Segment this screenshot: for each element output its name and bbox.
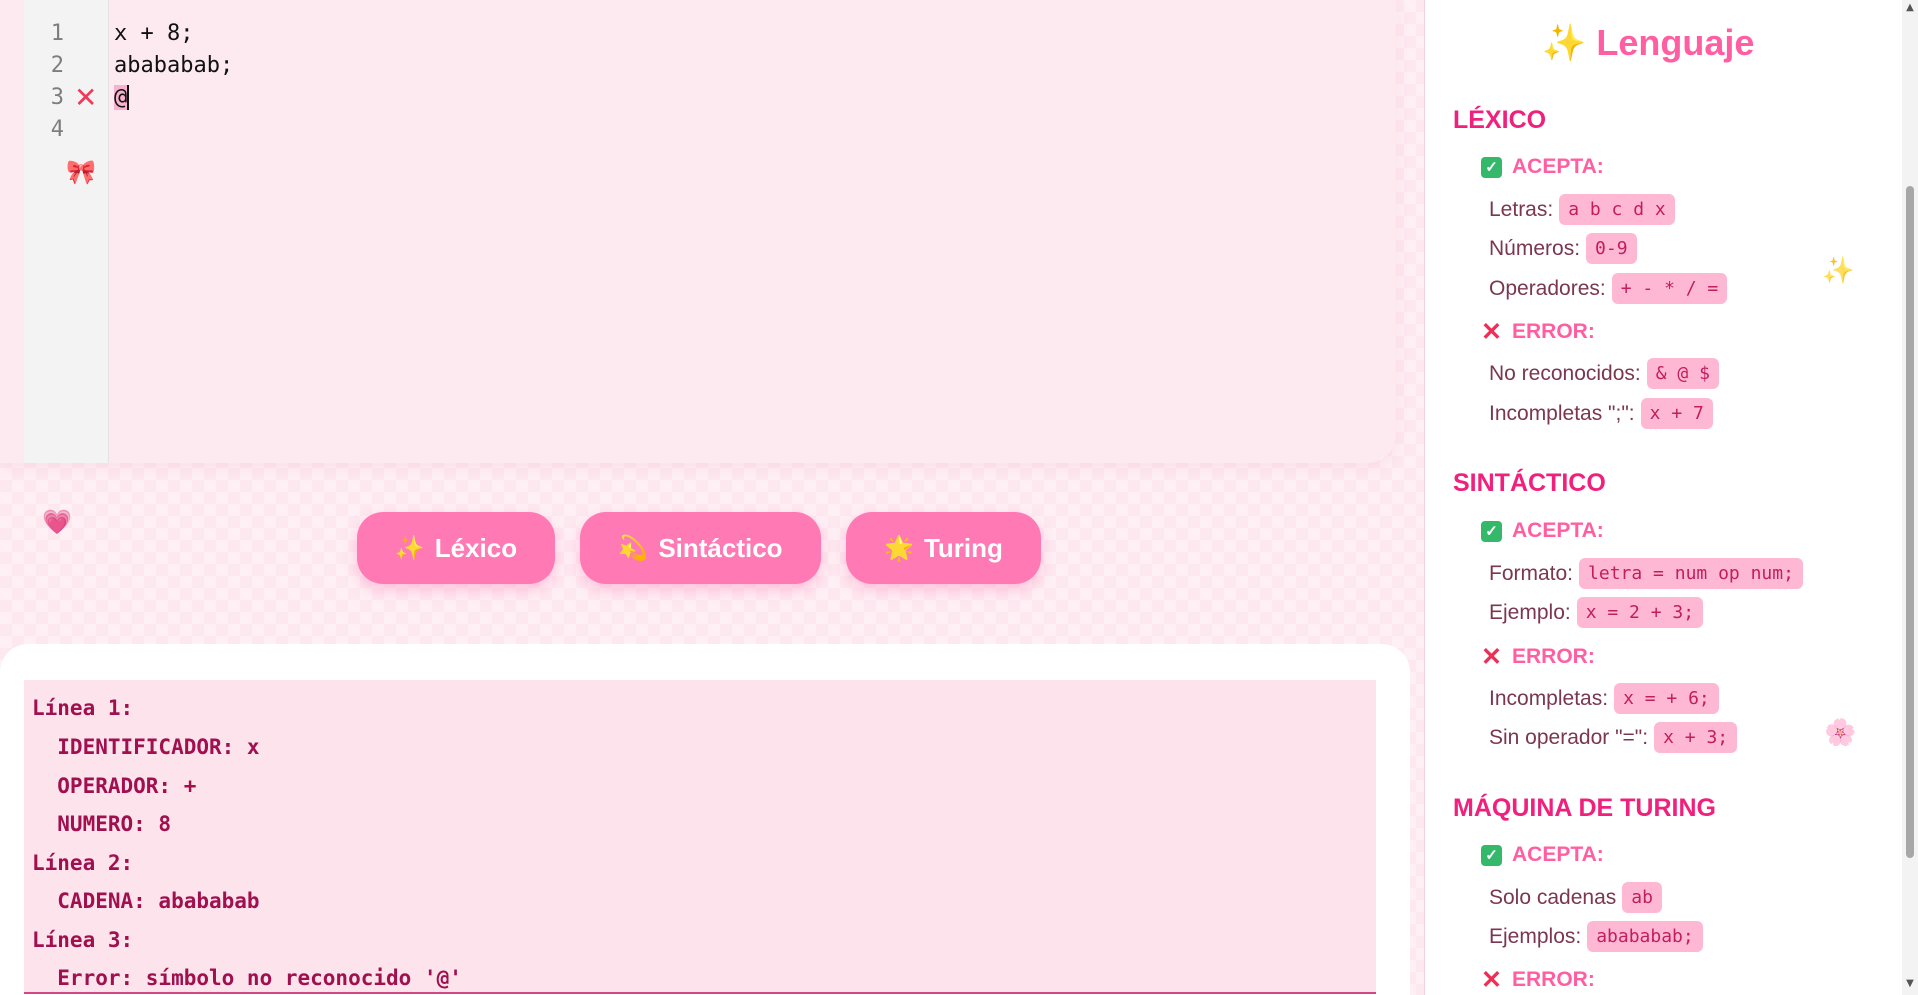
line-number: 1 — [50, 21, 64, 46]
item-label: No reconocidos: — [1489, 361, 1641, 385]
error-label: ERROR: — [1512, 968, 1595, 991]
scroll-down-arrow-icon[interactable]: ▼ — [1902, 978, 1918, 989]
item-label: Números: — [1489, 236, 1581, 260]
sintactico-accept-item: Ejemplo: x = 2 + 3; — [1489, 597, 1704, 628]
ribbon-icon: 🎀 — [66, 158, 96, 186]
code-line[interactable]: @ — [114, 83, 130, 113]
line-number: 2 — [50, 53, 64, 78]
lexico-error-heading: ✕ ERROR: — [1481, 317, 1595, 346]
output-line: OPERADOR: + — [32, 774, 197, 798]
accepts-label: ACEPTA: — [1512, 155, 1604, 178]
item-label: Incompletas: — [1489, 686, 1609, 710]
code-line[interactable]: abababab; — [114, 51, 233, 81]
output-line: Línea 3: — [32, 928, 134, 952]
output-panel: Línea 1: IDENTIFICADOR: x OPERADOR: + NU… — [0, 644, 1410, 995]
scroll-up-arrow-icon[interactable]: ▲ — [1902, 2, 1918, 13]
output-line: CADENA: abababab — [32, 889, 260, 913]
code-pill: abababab; — [1587, 921, 1703, 952]
sintactico-error-item: Incompletas: x = + 6; — [1489, 683, 1719, 714]
cross-mark-icon: ✕ — [1481, 965, 1502, 994]
item-label: Solo cadenas — [1489, 885, 1617, 909]
lexico-button-label: Léxico — [434, 532, 518, 563]
turing-error-heading: ✕ ERROR: — [1481, 965, 1595, 994]
sintactico-button[interactable]: 💫 Sintáctico — [580, 512, 821, 584]
code-pill: 0-9 — [1586, 233, 1637, 264]
sidebar-title-text: Lenguaje — [1596, 22, 1755, 63]
error-label: ERROR: — [1512, 645, 1595, 668]
lexico-accept-item: Letras: a b c d x — [1489, 194, 1675, 225]
code-editor[interactable]: 1 2 3 4 ✕ 🎀 x + 8; abababab; @ — [0, 0, 1396, 463]
lexico-button[interactable]: ✨ Léxico — [357, 512, 555, 584]
sintactico-accepts-heading: ✓ ACEPTA: — [1481, 519, 1604, 543]
item-label: Letras: — [1489, 197, 1554, 221]
accepts-label: ACEPTA: — [1512, 843, 1604, 866]
dizzy-icon: 💫 — [618, 534, 649, 562]
turing-accept-item: Solo cadenas ab — [1489, 882, 1662, 913]
check-icon: ✓ — [1481, 156, 1502, 178]
accepts-label: ACEPTA: — [1512, 519, 1604, 542]
item-label: Formato: — [1489, 561, 1574, 585]
code-pill: x = 2 + 3; — [1576, 597, 1704, 628]
turing-accept-item: Ejemplos: abababab; — [1489, 921, 1703, 952]
turing-button-label: Turing — [923, 532, 1003, 563]
sidebar-title: ✨ Lenguaje — [1425, 22, 1871, 64]
code-pill: x = + 6; — [1614, 683, 1719, 714]
output-line: IDENTIFICADOR: x — [32, 735, 260, 759]
item-label: Incompletas ";": — [1489, 401, 1635, 425]
code-pill: x + 3; — [1654, 722, 1738, 753]
flower-icon: 🌸 — [1824, 718, 1857, 748]
lexico-accepts-heading: ✓ ACEPTA: — [1481, 155, 1604, 179]
item-label: Operadores: — [1489, 276, 1606, 300]
code-pill: letra = num op num; — [1579, 558, 1803, 589]
code-pill: x + 7 — [1640, 398, 1713, 429]
cross-mark-icon: ✕ — [1481, 317, 1502, 346]
line-number: 3 — [50, 85, 64, 110]
check-icon: ✓ — [1481, 844, 1502, 866]
code-pill: & @ $ — [1646, 358, 1719, 389]
sintactico-error-item: Sin operador "=": x + 3; — [1489, 722, 1738, 753]
text-cursor: @ — [114, 85, 130, 110]
error-cross-icon: ✕ — [74, 81, 98, 114]
sparkles-icon: ✨ — [1822, 256, 1855, 286]
code-pill: a b c d x — [1559, 194, 1675, 225]
lexico-accept-item: Operadores: + - * / = — [1489, 273, 1728, 304]
sintactico-button-label: Sintáctico — [658, 532, 783, 563]
output-line: Error: símbolo no reconocido '@' — [32, 966, 462, 990]
line-number-gutter: 1 2 3 4 ✕ 🎀 — [24, 0, 109, 463]
sintactico-error-heading: ✕ ERROR: — [1481, 642, 1595, 671]
sintactico-accept-item: Formato: letra = num op num; — [1489, 558, 1803, 589]
cross-mark-icon: ✕ — [1481, 642, 1502, 671]
section-title-sintactico: SINTÁCTICO — [1453, 469, 1606, 497]
language-sidebar: ✨ Lenguaje LÉXICO ✓ ACEPTA: Letras: a b … — [1424, 0, 1903, 995]
code-pill: ab — [1622, 882, 1662, 913]
output-line: Línea 1: — [32, 696, 134, 720]
sparkles-icon: ✨ — [1541, 22, 1587, 63]
lexico-error-item: Incompletas ";": x + 7 — [1489, 398, 1713, 429]
line-number: 4 — [50, 117, 64, 142]
item-label: Sin operador "=": — [1489, 725, 1649, 749]
check-icon: ✓ — [1481, 520, 1502, 542]
analysis-output: Línea 1: IDENTIFICADOR: x OPERADOR: + NU… — [24, 680, 1376, 994]
turing-accepts-heading: ✓ ACEPTA: — [1481, 843, 1604, 867]
section-title-lexico: LÉXICO — [1453, 106, 1547, 134]
heart-icon: 💗 — [42, 508, 72, 536]
turing-button[interactable]: 🌟 Turing — [846, 512, 1041, 584]
error-label: ERROR: — [1512, 320, 1595, 343]
lexico-accept-item: Números: 0-9 — [1489, 233, 1637, 264]
code-line[interactable]: x + 8; — [114, 19, 193, 49]
code-pill: + - * / = — [1611, 273, 1728, 304]
sparkles-icon: ✨ — [394, 534, 425, 562]
item-label: Ejemplos: — [1489, 924, 1582, 948]
section-title-turing: MÁQUINA DE TURING — [1453, 794, 1716, 822]
lexico-error-item: No reconocidos: & @ $ — [1489, 358, 1719, 389]
glowing-star-icon: 🌟 — [884, 534, 914, 562]
output-line: NUMERO: 8 — [32, 812, 172, 836]
scroll-thumb[interactable] — [1906, 186, 1914, 858]
output-line: Línea 2: — [32, 851, 134, 875]
sidebar-scrollbar[interactable]: ▲ ▼ — [1902, 0, 1918, 995]
item-label: Ejemplo: — [1489, 600, 1571, 624]
